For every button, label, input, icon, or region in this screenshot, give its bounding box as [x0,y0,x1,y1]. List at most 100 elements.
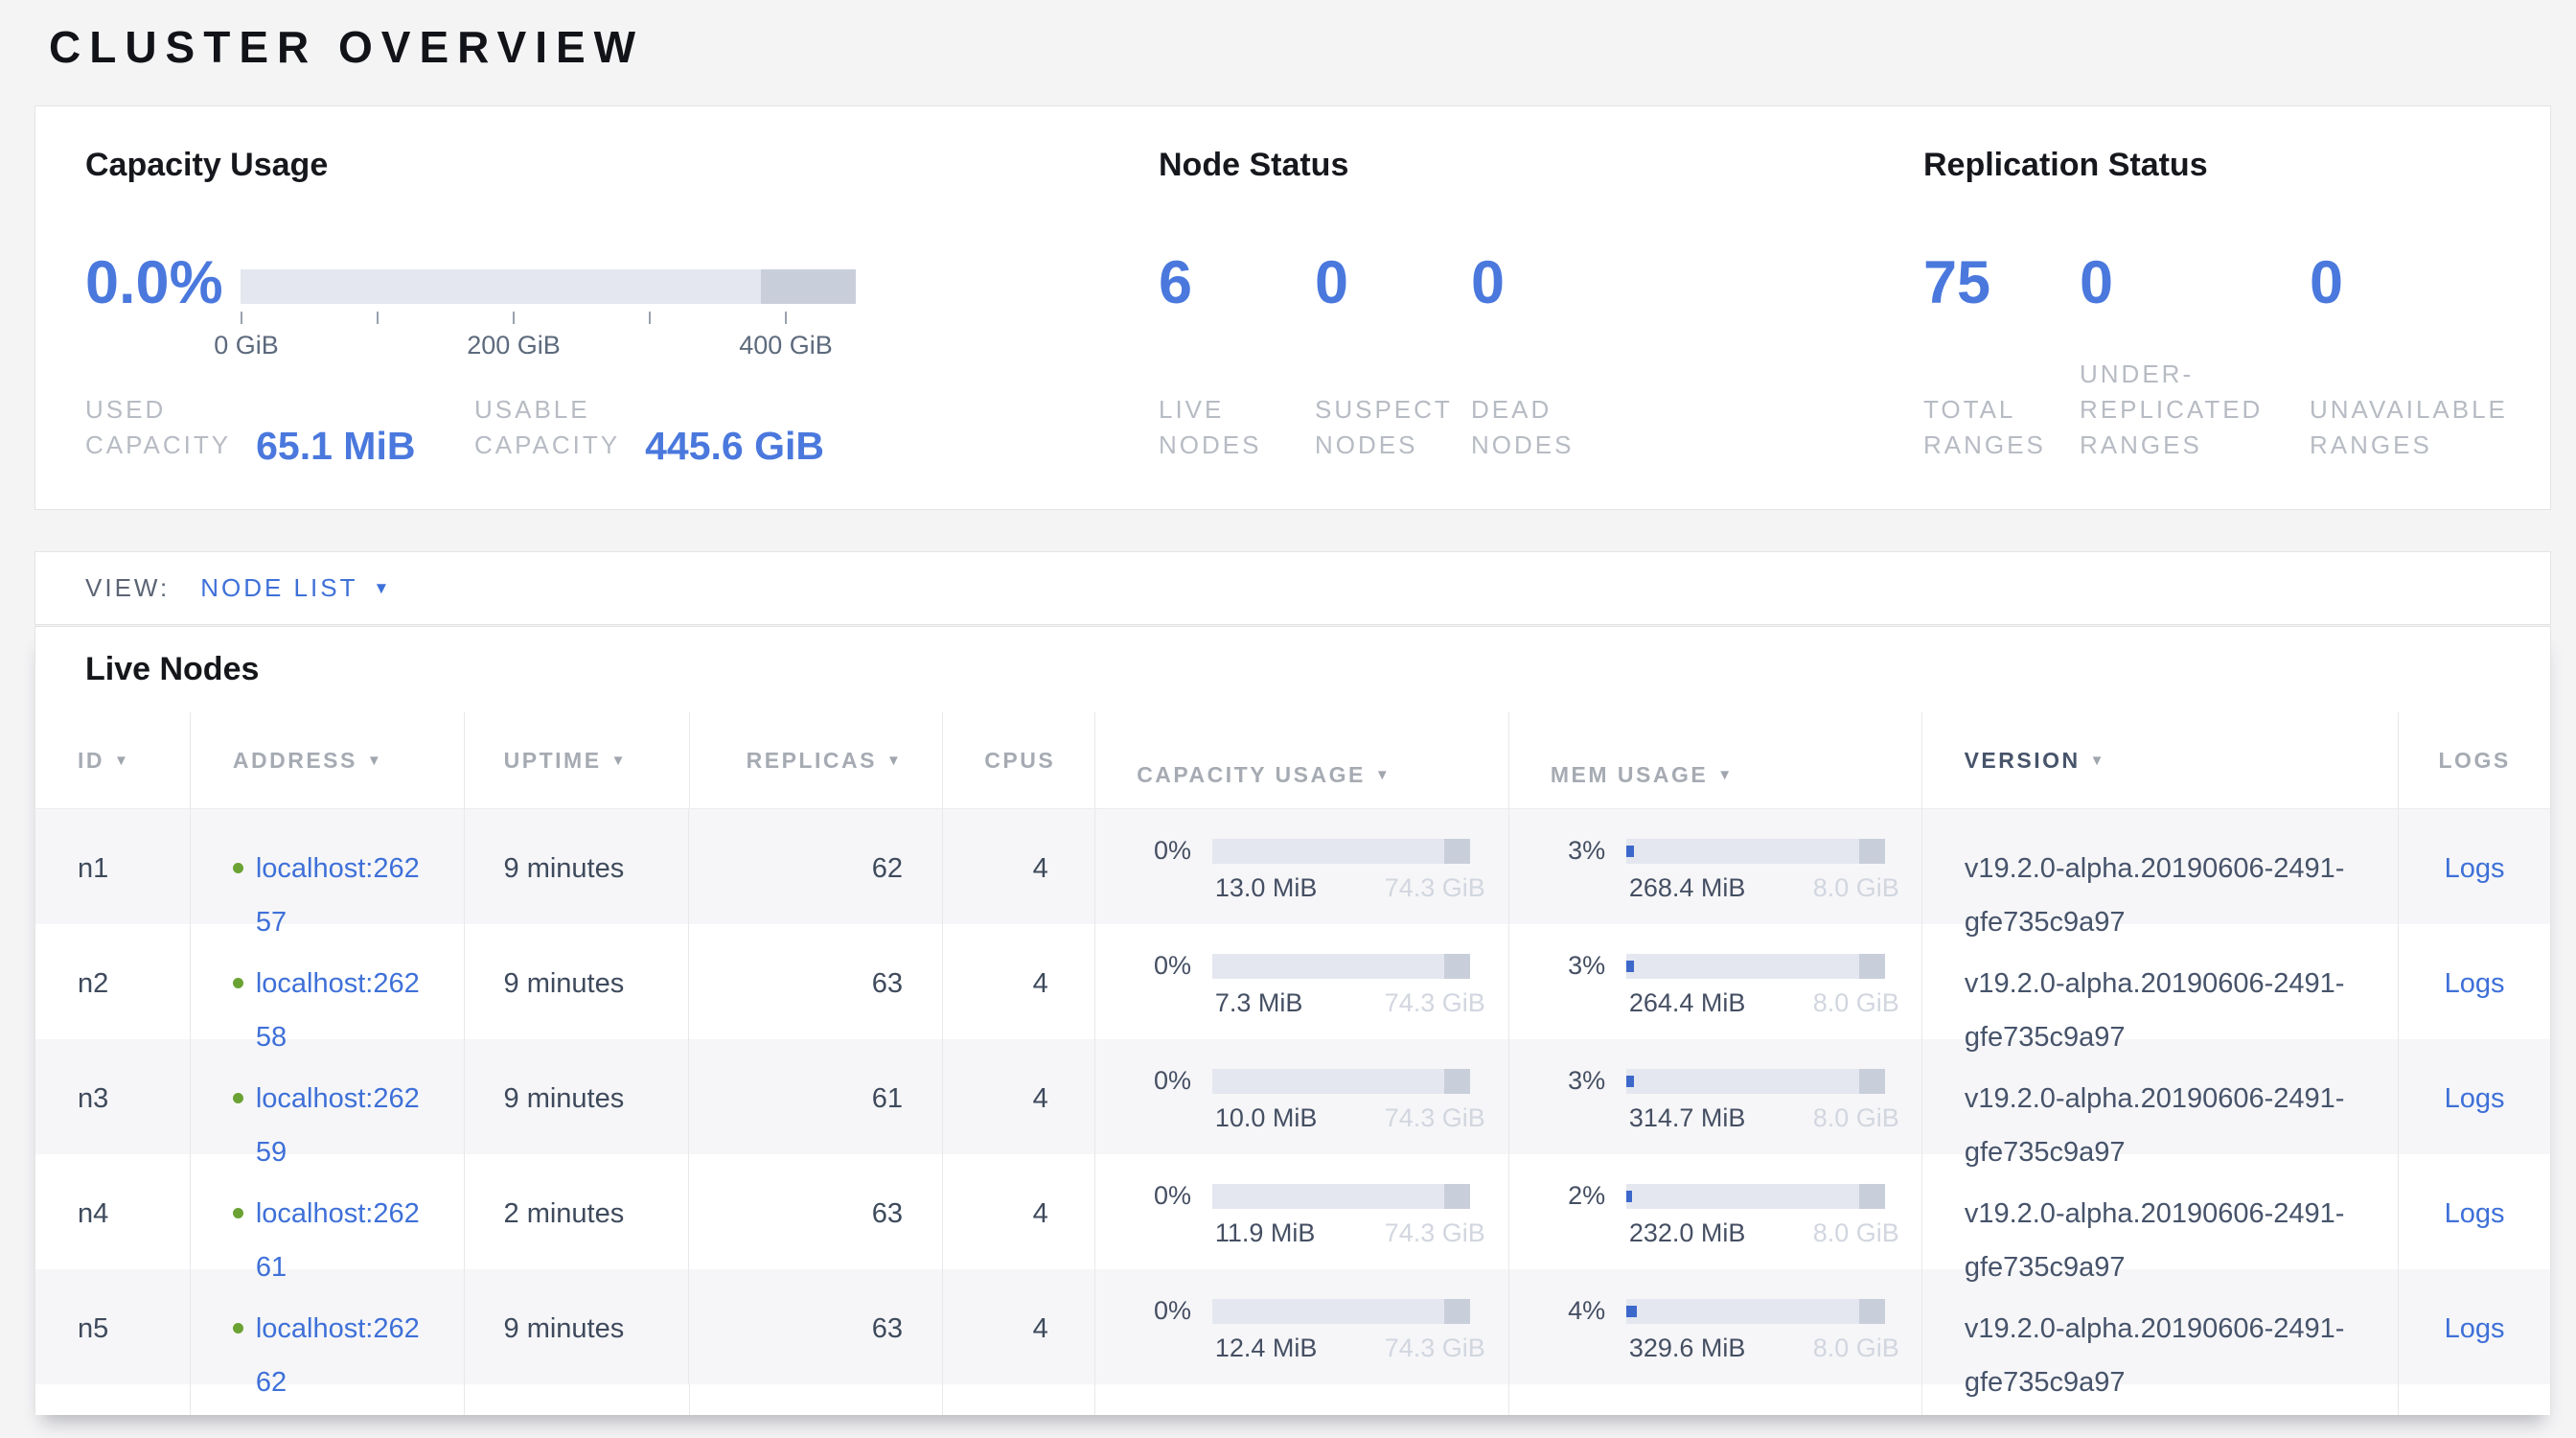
mem-meter [1626,1069,1885,1094]
cpus-value: 4 [942,1039,1094,1154]
version-value: v19.2.0-alpha.20190606-2491-gfe735c9a97 [1921,1154,2398,1269]
table-row: n1 localhost:26257 9 minutes 62 4 0% 13.… [35,809,2550,924]
cpus-value: 4 [942,809,1094,924]
view-selector-dropdown[interactable]: NODE LIST ▼ [200,573,389,603]
summary-card: Capacity Usage Node Status Replication S… [34,105,2551,510]
sort-arrow-icon: ▼ [1717,767,1734,783]
used-capacity-stat: USED CAPACITY 65.1 MiB [85,394,415,463]
live-nodes-heading: Live Nodes [35,627,2550,712]
axis-label-400gib: 400 GiB [739,331,833,360]
column-header-version[interactable]: VERSION▼ [1921,712,2399,808]
table-row: n4 localhost:26261 2 minutes 63 4 0% 11.… [35,1154,2550,1269]
address-link[interactable]: localhost:26258 [256,957,420,1039]
live-status-dot [233,1323,243,1334]
capacity-meter [1212,1299,1470,1324]
address-link[interactable]: localhost:26261 [256,1187,420,1269]
sort-arrow-icon: ▼ [367,753,383,769]
live-nodes-card: Live Nodes ID▼ ADDRESS▼ UPTIME▼ REPLICAS… [34,626,2551,1414]
logs-link[interactable]: Logs [2445,1313,2505,1344]
node-id: n4 [35,1154,190,1269]
version-value: v19.2.0-alpha.20190606-2491-gfe735c9a97 [1921,1039,2398,1154]
column-header-cpus: CPUS [942,712,1094,808]
node-id: n3 [35,1039,190,1154]
capacity-bar-track [241,269,856,304]
replicas-value: 63 [688,924,942,1039]
mem-usage-cell: 2% 232.0 MiB8.0 GiB [1508,1154,1921,1269]
live-status-dot [233,1093,243,1103]
node-id: n2 [35,924,190,1039]
live-status-dot [233,863,243,873]
uptime-value: 9 minutes [464,809,689,924]
sort-arrow-icon: ▼ [611,753,628,769]
column-header-uptime[interactable]: UPTIME▼ [464,712,689,808]
mem-meter [1626,954,1885,979]
cpus-value: 4 [942,1154,1094,1269]
version-value: v19.2.0-alpha.20190606-2491-gfe735c9a97 [1921,924,2398,1039]
axis-label-200gib: 200 GiB [467,331,561,360]
capacity-axis-ticks [241,312,856,327]
address-link[interactable]: localhost:26262 [256,1302,420,1384]
table-row: n5 localhost:26262 9 minutes 63 4 0% 12.… [35,1269,2550,1384]
uptime-value: 9 minutes [464,924,689,1039]
logs-link[interactable]: Logs [2445,968,2505,999]
replicas-value: 63 [688,1269,942,1384]
sort-arrow-icon: ▼ [2090,753,2106,769]
view-selected-value[interactable]: NODE LIST [200,573,357,603]
version-value: v19.2.0-alpha.20190606-2491-gfe735c9a97 [1921,809,2398,924]
capacity-usage-cell: 0% 12.4 MiB74.3 GiB [1094,1269,1508,1384]
capacity-usage-cell: 0% 13.0 MiB74.3 GiB [1094,809,1508,924]
mem-usage-cell: 4% 329.6 MiB8.0 GiB [1508,1269,1921,1384]
mem-usage-cell: 3% 314.7 MiB8.0 GiB [1508,1039,1921,1154]
capacity-meter [1212,954,1470,979]
capacity-meter [1212,1184,1470,1209]
table-row: n3 localhost:26259 9 minutes 61 4 0% 10.… [35,1039,2550,1154]
mem-meter [1626,1299,1885,1324]
sort-arrow-icon: ▼ [1375,767,1392,783]
column-header-id[interactable]: ID▼ [35,712,190,808]
capacity-meter [1212,1069,1470,1094]
column-header-replicas[interactable]: REPLICAS▼ [689,712,943,808]
mem-meter [1626,839,1885,864]
sort-arrow-icon: ▼ [886,753,903,769]
view-label: VIEW: [85,573,170,603]
column-header-logs: LOGS [2398,712,2550,808]
column-header-capacity-usage[interactable]: CAPACITY USAGE▼ [1094,712,1508,808]
replicas-value: 62 [688,809,942,924]
mem-usage-cell: 3% 268.4 MiB8.0 GiB [1508,809,1921,924]
used-capacity-value: 65.1 MiB [256,424,415,469]
dead-nodes-stat: 0 DEADNODES [1471,250,1505,463]
total-ranges-stat: 75 TOTALRANGES [1923,250,1990,463]
suspect-nodes-stat: 0 SUSPECTNODES [1315,250,1348,463]
node-id: n1 [35,809,190,924]
page-title: CLUSTER OVERVIEW [49,21,644,73]
uptime-value: 2 minutes [464,1154,689,1269]
capacity-bar-reserved [761,269,856,304]
sort-arrow-icon: ▼ [114,753,130,769]
address-link[interactable]: localhost:26257 [256,842,420,924]
capacity-usage-heading: Capacity Usage [85,147,328,184]
node-id: n5 [35,1269,190,1384]
replication-status-heading: Replication Status [1923,147,2208,184]
replicas-value: 61 [688,1039,942,1154]
table-row: n2 localhost:26258 9 minutes 63 4 0% 7.3… [35,924,2550,1039]
logs-link[interactable]: Logs [2445,853,2505,884]
view-bar: VIEW: NODE LIST ▼ [34,551,2551,625]
cpus-value: 4 [942,1269,1094,1384]
column-header-address[interactable]: ADDRESS▼ [190,712,464,808]
live-nodes-stat: 6 LIVENODES [1159,250,1192,463]
cpus-value: 4 [942,924,1094,1039]
logs-link[interactable]: Logs [2445,1083,2505,1114]
usable-capacity-stat: USABLE CAPACITY 445.6 GiB [474,394,824,463]
live-status-dot [233,1208,243,1218]
address-link[interactable]: localhost:26259 [256,1072,420,1154]
uptime-value: 9 minutes [464,1269,689,1384]
node-status-heading: Node Status [1159,147,1348,184]
logs-link[interactable]: Logs [2445,1198,2505,1229]
axis-label-0gib: 0 GiB [214,331,279,360]
mem-usage-cell: 3% 264.4 MiB8.0 GiB [1508,924,1921,1039]
live-status-dot [233,978,243,988]
capacity-meter [1212,839,1470,864]
replicas-value: 63 [688,1154,942,1269]
capacity-usage-cell: 0% 11.9 MiB74.3 GiB [1094,1154,1508,1269]
column-header-mem-usage[interactable]: MEM USAGE▼ [1508,712,1921,808]
